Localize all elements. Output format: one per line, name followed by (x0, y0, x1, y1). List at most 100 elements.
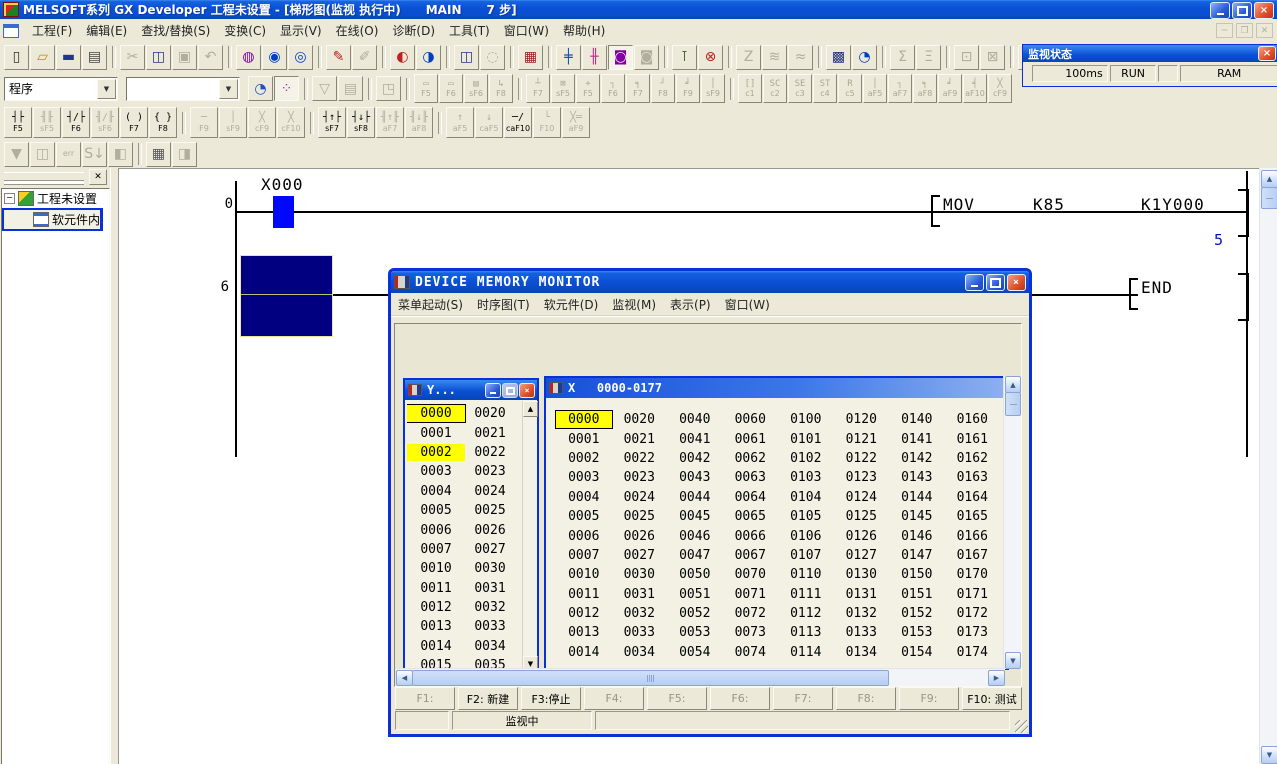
x-device-cell[interactable]: 0004 (556, 489, 612, 506)
scroll-up-button[interactable]: ▲ (1261, 170, 1277, 188)
x-device-cell[interactable]: 0072 (723, 605, 779, 622)
x-device-cell[interactable]: 0147 (889, 547, 945, 564)
y-device-cell[interactable]: 0007 (407, 541, 465, 558)
x-device-cell[interactable]: 0027 (612, 547, 668, 564)
x-device-cell[interactable]: 0141 (889, 431, 945, 448)
menu-窗口(W)[interactable]: 窗口(W) (497, 19, 556, 42)
x-device-cell[interactable]: 0150 (889, 566, 945, 583)
x-device-cell[interactable]: 0003 (556, 469, 612, 486)
x-device-cell[interactable]: 0146 (889, 528, 945, 545)
comment-display-icon[interactable]: ╪ (556, 45, 581, 70)
tree-item-软元件内[interactable]: 软元件内 (2, 208, 102, 231)
instruction-end[interactable]: END (1141, 278, 1173, 297)
x-device-cell[interactable]: 0106 (778, 528, 834, 545)
scroll-down-button[interactable]: ▼ (1261, 746, 1277, 764)
dmm-scroll-left-button[interactable]: ◀ (396, 670, 413, 686)
x-device-cell[interactable]: 0126 (834, 528, 890, 545)
program-check-icon[interactable]: ▩ (826, 45, 851, 70)
x-device-cell[interactable]: 0033 (612, 624, 668, 641)
y-device-cell[interactable]: 0021 (467, 425, 513, 442)
x-device-cell[interactable]: 0127 (834, 547, 890, 564)
y-close-button[interactable]: × (519, 383, 535, 398)
application-instruction-button[interactable]: { }F8 (149, 107, 177, 138)
x-device-cell[interactable]: 0020 (612, 411, 668, 428)
window-swap-icon[interactable]: ◫ (454, 45, 479, 70)
program-type-combo[interactable]: 程序 ▼ (4, 77, 118, 101)
x-device-cell[interactable]: 0164 (945, 489, 1001, 506)
x-device-cell[interactable]: 0170 (945, 566, 1001, 583)
x-device-cell[interactable]: 0053 (667, 624, 723, 641)
y-device-cell[interactable]: 0010 (407, 560, 465, 577)
x-device-cell[interactable]: 0025 (612, 508, 668, 525)
fkey-button-F2[interactable]: F2: 新建 (458, 687, 518, 710)
y-device-cell[interactable]: 0004 (407, 483, 465, 500)
y-device-cell[interactable]: 0027 (467, 541, 513, 558)
x-device-cell[interactable]: 0067 (723, 547, 779, 564)
x-device-cell[interactable]: 0124 (834, 489, 890, 506)
x-device-cell[interactable]: 0066 (723, 528, 779, 545)
dmm-titlebar[interactable]: DEVICE MEMORY MONITOR × (391, 271, 1029, 293)
dmm-scroll-right-button[interactable]: ▶ (988, 670, 1005, 686)
y-device-cell[interactable]: 0025 (467, 502, 513, 519)
dmm-scroll-thumb[interactable] (1005, 392, 1021, 416)
find-icon[interactable]: ◍ (236, 45, 261, 70)
tree-collapse-icon[interactable]: − (4, 193, 15, 204)
y-device-cell[interactable]: 0013 (407, 618, 465, 635)
menu-变换(C)[interactable]: 变换(C) (217, 19, 273, 42)
menu-诊断(D)[interactable]: 诊断(D) (385, 19, 442, 42)
x-device-cell[interactable]: 0007 (556, 547, 612, 564)
x-device-cell[interactable]: 0142 (889, 450, 945, 467)
mdi-close-button[interactable]: ✕ (1256, 23, 1273, 38)
print-icon[interactable]: ▤ (82, 45, 107, 70)
y-device-cell[interactable]: 0000 (407, 405, 465, 422)
x-device-cell[interactable]: 0112 (778, 605, 834, 622)
y-device-cell[interactable]: 0033 (467, 618, 513, 635)
falling-pulse-button[interactable]: ┤↓├sF8 (347, 107, 375, 138)
tree-panel-close-button[interactable]: ✕ (89, 169, 107, 185)
x-device-cell[interactable]: 0151 (889, 586, 945, 603)
x-device-cell[interactable]: 0160 (945, 411, 1001, 428)
dmm-menu-菜单起动(S)[interactable]: 菜单起动(S) (391, 293, 470, 316)
read-mode-icon[interactable]: ⊺ (672, 45, 697, 70)
x-device-cell[interactable]: 0144 (889, 489, 945, 506)
menu-在线(O)[interactable]: 在线(O) (329, 19, 386, 42)
x-device-cell[interactable]: 0050 (667, 566, 723, 583)
x-device-cell[interactable]: 0163 (945, 469, 1001, 486)
menu-工具(T)[interactable]: 工具(T) (442, 19, 497, 42)
x-device-cell[interactable]: 0113 (778, 624, 834, 641)
x-device-cell[interactable]: 0006 (556, 528, 612, 545)
x-device-cell[interactable]: 0074 (723, 644, 779, 661)
mdi-restore-button[interactable]: ❐ (1236, 23, 1253, 38)
x-device-cell[interactable]: 0132 (834, 605, 890, 622)
x-device-cell[interactable]: 0024 (612, 489, 668, 506)
x-device-cell[interactable]: 0104 (778, 489, 834, 506)
find-string-icon[interactable]: ◎ (288, 45, 313, 70)
x-device-cell[interactable]: 0110 (778, 566, 834, 583)
tile-windows-icon[interactable]: ▦ (146, 142, 171, 167)
ladder-display-icon[interactable]: ▦ (518, 45, 543, 70)
x-device-cell[interactable]: 0145 (889, 508, 945, 525)
x-device-cell[interactable]: 0154 (889, 644, 945, 661)
x-device-cell[interactable]: 0000 (556, 411, 612, 428)
fkey-button-F10[interactable]: F10: 测试 (962, 687, 1022, 710)
y-device-cell[interactable]: 0030 (467, 560, 513, 577)
find-device-icon[interactable]: ◉ (262, 45, 287, 70)
x-device-cell[interactable]: 0107 (778, 547, 834, 564)
instruction-mov[interactable]: MOV (943, 195, 975, 214)
x-device-cell[interactable]: 0044 (667, 489, 723, 506)
x-device-cell[interactable]: 0021 (612, 431, 668, 448)
monitor-status-close-button[interactable]: × (1258, 46, 1276, 61)
x-device-cell[interactable]: 0134 (834, 644, 890, 661)
x-device-cell[interactable]: 0026 (612, 528, 668, 545)
x-device-cell[interactable]: 0103 (778, 469, 834, 486)
ladder-cursor[interactable] (240, 255, 333, 337)
y-scroll-up-button[interactable]: ▲ (523, 401, 538, 417)
open-contact-button[interactable]: ┤├F5 (4, 107, 32, 138)
x-device-cell[interactable]: 0034 (612, 644, 668, 661)
dmm-menu-窗口(W)[interactable]: 窗口(W) (718, 293, 777, 316)
x-device-cell[interactable]: 0143 (889, 469, 945, 486)
dmm-menu-时序图(T)[interactable]: 时序图(T) (470, 293, 537, 316)
x-device-cell[interactable]: 0133 (834, 624, 890, 641)
x-device-cell[interactable]: 0166 (945, 528, 1001, 545)
x-device-cell[interactable]: 0043 (667, 469, 723, 486)
